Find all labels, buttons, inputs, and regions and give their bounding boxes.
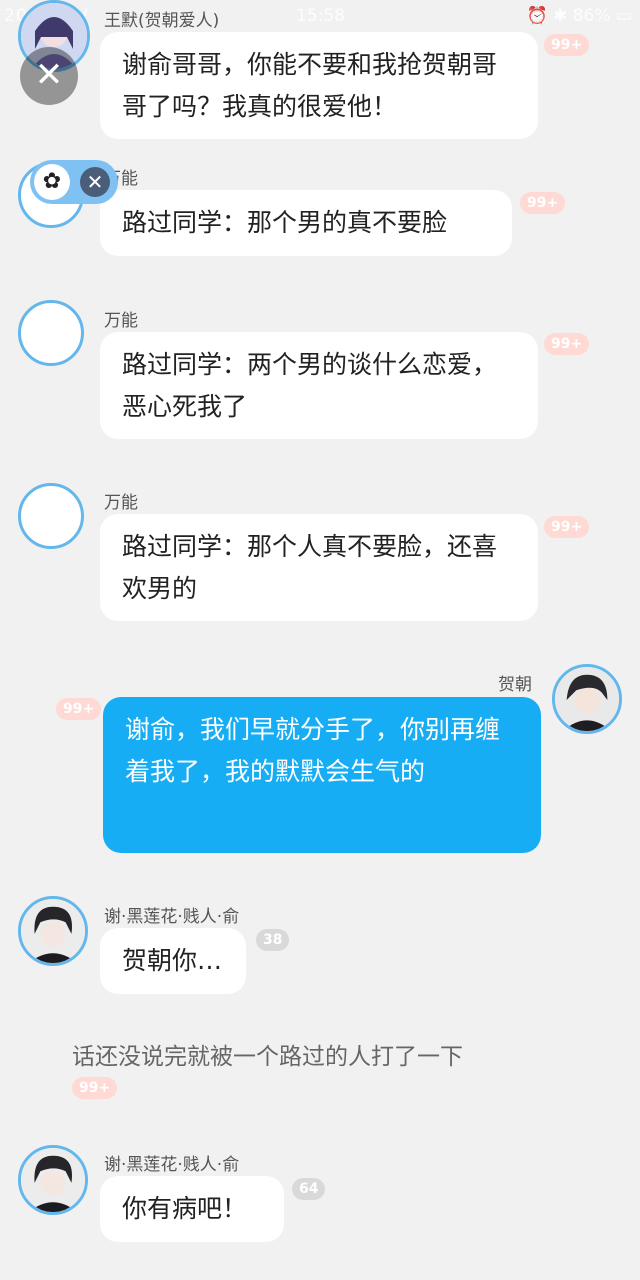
sender-name: 万能 bbox=[104, 311, 138, 331]
avatar[interactable] bbox=[18, 300, 84, 366]
sender-name: 谢·黑莲花·贱人·俞 bbox=[104, 907, 240, 927]
alarm-icon: ⏰ bbox=[526, 6, 548, 26]
message-bubble[interactable]: 你有病吧！ bbox=[100, 1176, 284, 1242]
paw-icon: ✿ bbox=[34, 164, 70, 200]
avatar[interactable] bbox=[18, 1145, 88, 1215]
battery-icon: ▭ bbox=[615, 6, 632, 26]
battery-text: 86% bbox=[572, 6, 611, 26]
narration-text: 话还没说完就被一个路过的人打了一下 bbox=[72, 1044, 463, 1070]
boy-avatar-icon bbox=[21, 899, 85, 963]
close-icon[interactable]: ✕ bbox=[80, 167, 110, 197]
boy-avatar-icon bbox=[555, 667, 619, 731]
sender-name: 万能 bbox=[104, 493, 138, 513]
close-button[interactable]: ✕ bbox=[20, 47, 78, 105]
sender-name: 谢·黑莲花·贱人·俞 bbox=[104, 1155, 240, 1175]
avatar[interactable] bbox=[552, 664, 622, 734]
level-badge: 99+ bbox=[72, 1077, 118, 1099]
boy-avatar-icon bbox=[21, 1148, 85, 1212]
level-badge: 38 bbox=[256, 929, 290, 951]
level-badge: 99+ bbox=[56, 698, 102, 720]
level-badge: 99+ bbox=[520, 192, 566, 214]
message-bubble[interactable]: 谢俞哥哥，你能不要和我抢贺朝哥哥了吗？我真的很爱他！ bbox=[100, 32, 538, 139]
sender-name: 王默(贺朝爱人) bbox=[104, 11, 220, 31]
level-badge: 99+ bbox=[544, 516, 590, 538]
status-time: 15:58 bbox=[296, 6, 345, 26]
message-bubble[interactable]: 谢俞，我们早就分手了，你别再缠着我了，我的默默会生气的 bbox=[103, 697, 541, 853]
message-bubble[interactable]: 路过同学：那个人真不要脸，还喜欢男的 bbox=[100, 514, 538, 621]
bluetooth-icon: ✱ bbox=[553, 6, 568, 26]
level-badge: 99+ bbox=[544, 333, 590, 355]
message-bubble[interactable]: 路过同学：那个男的真不要脸 bbox=[100, 190, 512, 256]
level-badge: 64 bbox=[292, 1178, 326, 1200]
level-badge: 99+ bbox=[544, 34, 590, 56]
avatar[interactable] bbox=[18, 896, 88, 966]
status-right: ⏰ ✱ 86% ▭ bbox=[527, 6, 633, 26]
avatar[interactable] bbox=[18, 483, 84, 549]
status-bar: 2019/12/ 15:58 ⏰ ✱ 86% ▭ bbox=[0, 0, 640, 34]
floating-widget[interactable]: ✿ ✕ bbox=[30, 160, 118, 204]
message-bubble[interactable]: 贺朝你… bbox=[100, 928, 246, 994]
message-bubble[interactable]: 路过同学：两个男的谈什么恋爱，恶心死我了 bbox=[100, 332, 538, 439]
sender-name: 贺朝 bbox=[498, 675, 532, 695]
